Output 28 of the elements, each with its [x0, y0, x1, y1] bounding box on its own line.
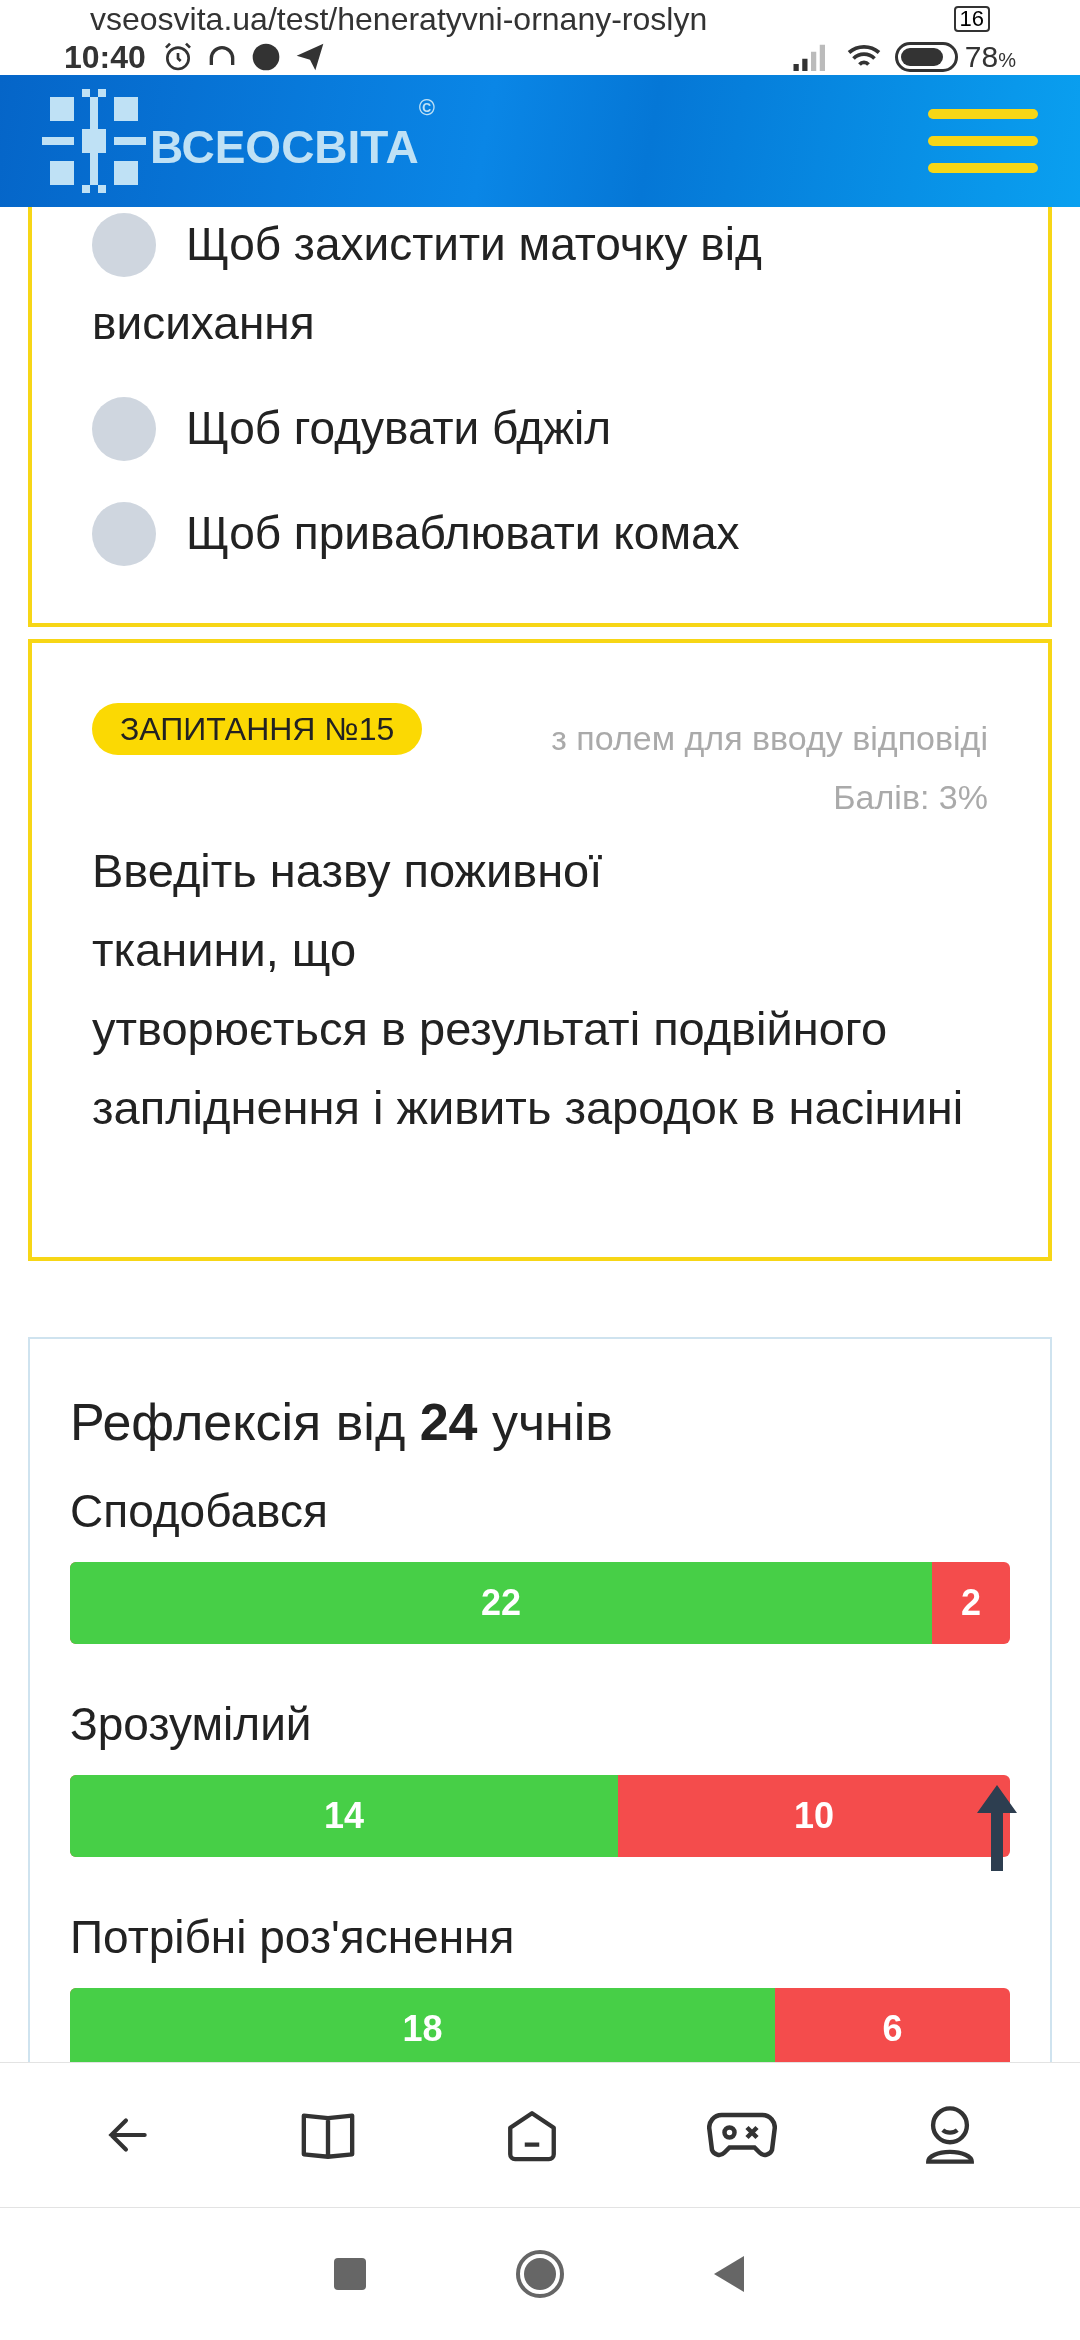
reflection-label: Сподобався	[70, 1484, 329, 1539]
reflection-title: Рефлексія від 24 учнів	[70, 1392, 614, 1453]
url-text[interactable]: vseosvita.ua/test/heneratyvni-ornany-roslyn	[90, 3, 938, 35]
yes-count: 22	[480, 1581, 521, 1625]
battery-icon	[894, 41, 961, 72]
back-triangle-icon[interactable]	[714, 2256, 746, 2292]
question-number-badge: ЗАПИТАННЯ №15	[92, 703, 423, 755]
radio-option[interactable]: Щоб захистити маточку від висихання	[92, 207, 988, 363]
reflection-label: Потрібні роз'яснення	[70, 1910, 516, 1965]
battery-percent: 78%	[964, 41, 1016, 72]
status-time: 10:40	[64, 40, 146, 73]
home-circle-icon[interactable]	[516, 2250, 564, 2298]
copyright-mark: ©	[418, 94, 435, 122]
radio-option[interactable]: Щоб годувати бджіл	[92, 389, 988, 468]
reflection-label: Зрозумілий	[70, 1697, 313, 1752]
tab-count[interactable]: 16	[953, 6, 990, 32]
no-count: 10	[794, 1794, 835, 1838]
radio-option[interactable]: Щоб приваблювати комах	[92, 494, 988, 573]
question-points: Балів: 3%	[833, 777, 988, 818]
yes-count: 18	[402, 2007, 443, 2051]
no-count: 6	[882, 2007, 903, 2051]
snowflake-logo-icon	[42, 89, 146, 193]
yes-count: 14	[324, 1794, 365, 1838]
question-type: з полем для вводу відповіді	[551, 718, 988, 759]
scroll-up-arrow-icon[interactable]	[975, 1785, 1019, 1871]
no-count: 2	[960, 1581, 981, 1625]
user-icon[interactable]	[923, 2106, 977, 2164]
question-text: Введіть назву поживної тканини, що утворюється в результаті подвійного запліднення і живить зародок в насінині	[92, 844, 964, 1134]
